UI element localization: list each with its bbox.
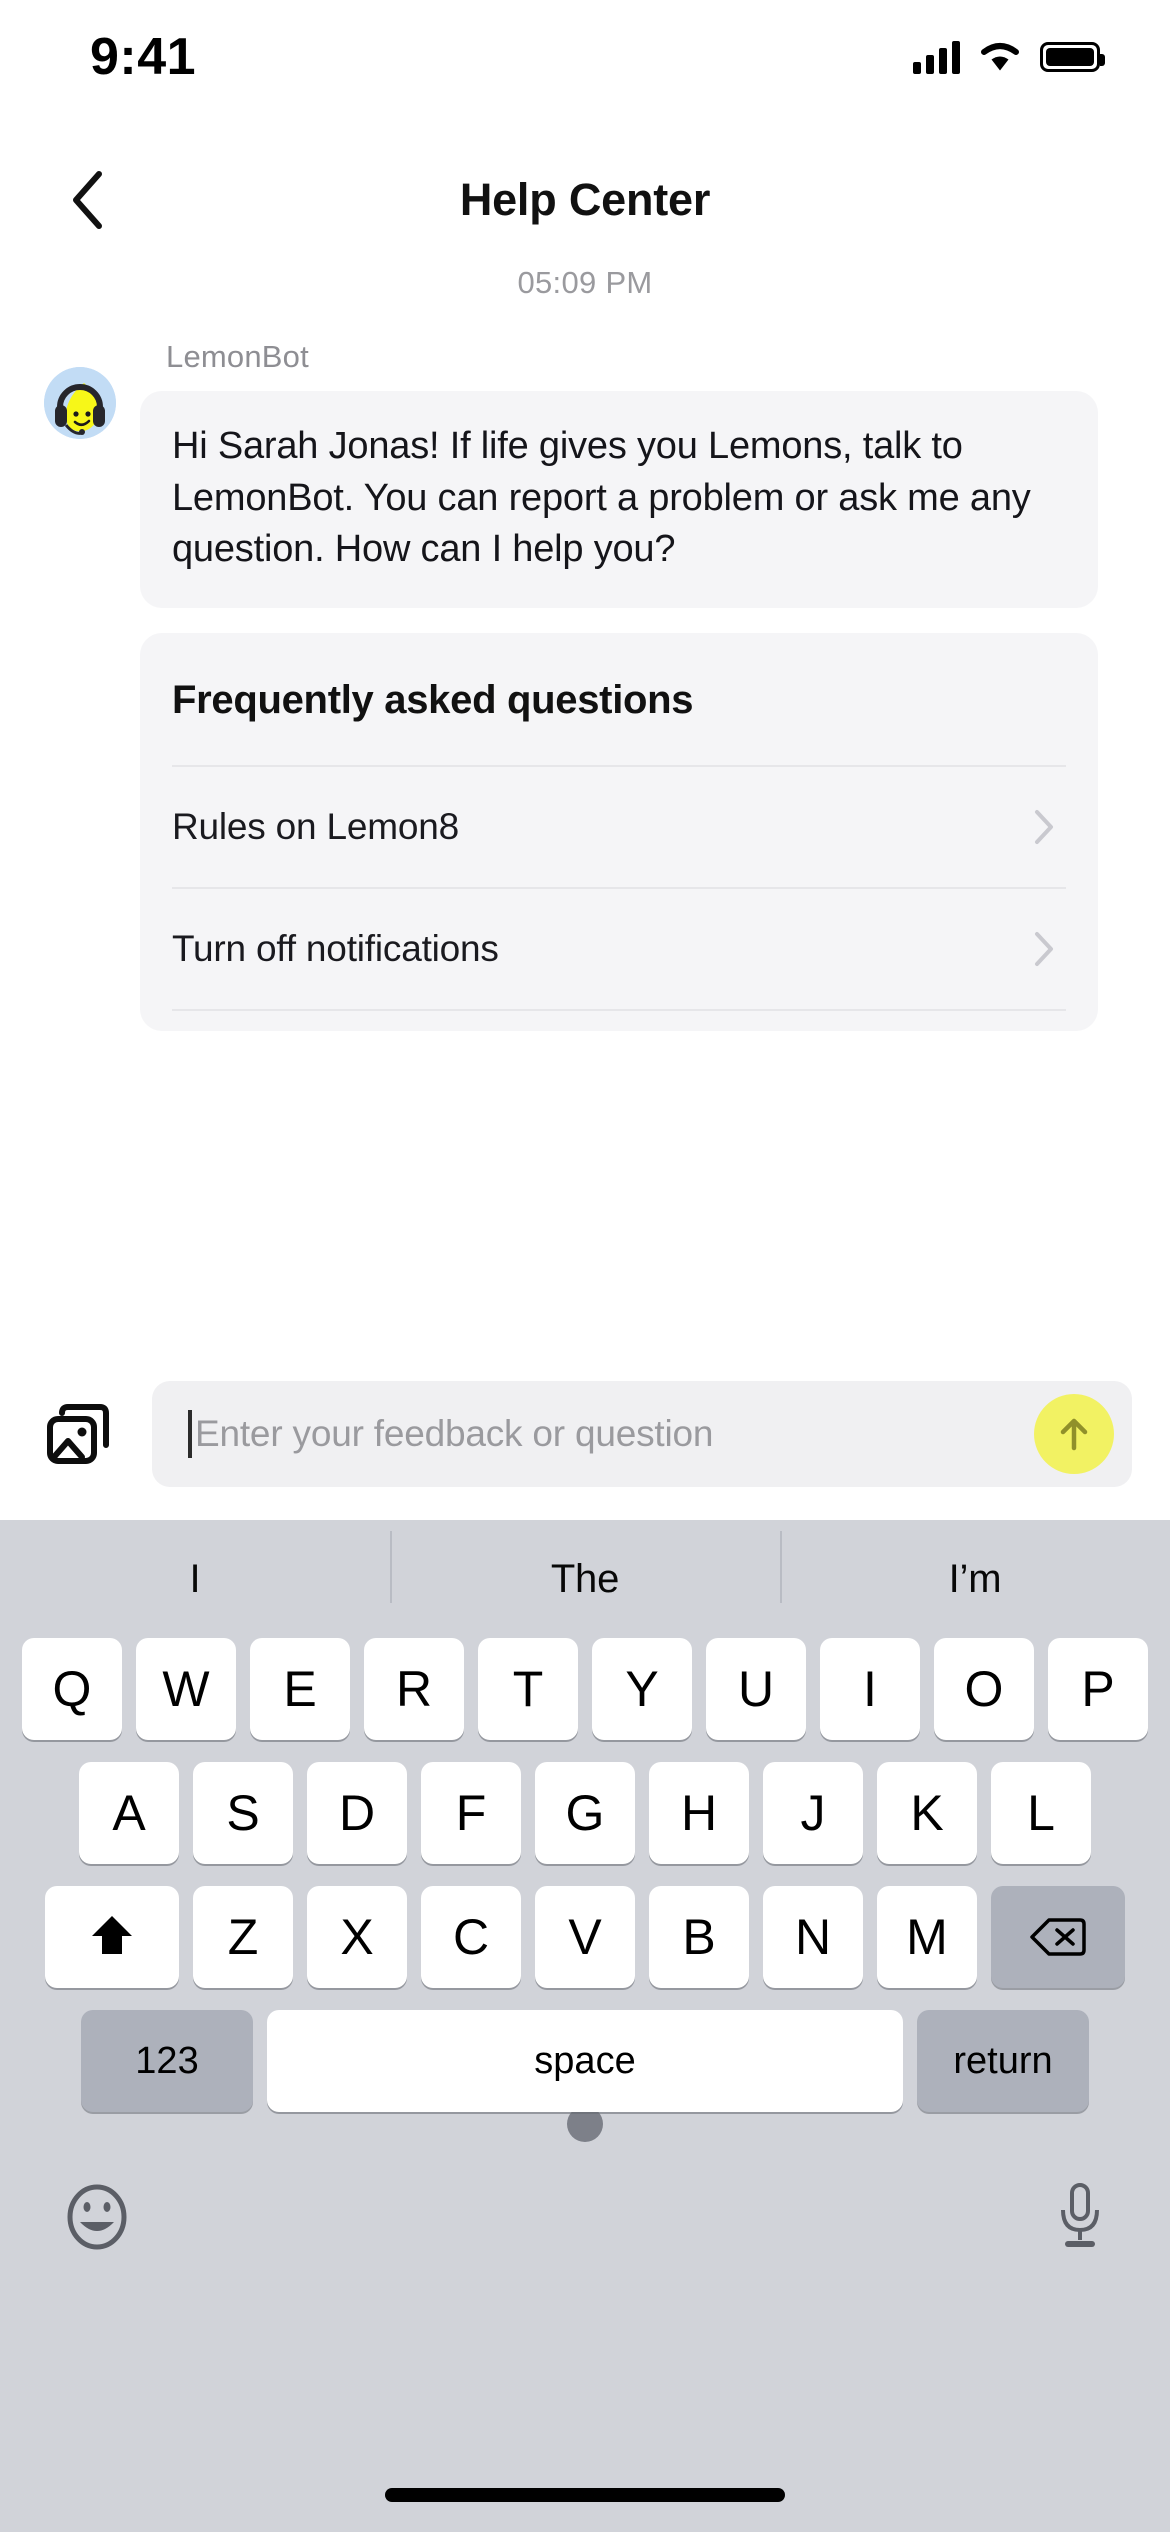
suggestion-2[interactable]: I’m [780, 1530, 1170, 1603]
key-z[interactable]: Z [193, 1886, 293, 1988]
status-indicators [913, 40, 1105, 74]
nav-bar: Help Center [0, 150, 1170, 250]
message-timestamp: 05:09 PM [517, 265, 653, 300]
key-n[interactable]: N [763, 1886, 863, 1988]
key-x[interactable]: X [307, 1886, 407, 1988]
suggestion-1[interactable]: The [390, 1530, 780, 1603]
key-j[interactable]: J [763, 1762, 863, 1864]
faq-item-notifications[interactable]: Turn off notifications [172, 887, 1066, 1009]
keyboard-bottom-bar [0, 2142, 1170, 2257]
key-c[interactable]: C [421, 1886, 521, 1988]
faq-item-label: Turn off notifications [172, 928, 499, 970]
key-g[interactable]: G [535, 1762, 635, 1864]
chevron-right-icon [1030, 929, 1058, 969]
numbers-key[interactable]: 123 [81, 2010, 253, 2112]
bot-message-row: LemonBot Hi Sarah Jonas! If life gives y… [0, 339, 1170, 1032]
message-column: LemonBot Hi Sarah Jonas! If life gives y… [140, 339, 1098, 1032]
arrow-up-icon [1060, 1418, 1088, 1451]
key-r[interactable]: R [364, 1638, 464, 1740]
chat-area: 05:09 PM LemonBot Hi Sarah Jonas! If lif… [0, 265, 1170, 1032]
key-y[interactable]: Y [592, 1638, 692, 1740]
emoji-smiley-icon [67, 2184, 127, 2250]
key-b[interactable]: B [649, 1886, 749, 1988]
key-h[interactable]: H [649, 1762, 749, 1864]
key-e[interactable]: E [250, 1638, 350, 1740]
send-button[interactable] [1034, 1394, 1114, 1474]
home-indicator [385, 2488, 785, 2502]
suggestion-bar: I The I’m [0, 1520, 1170, 1638]
backspace-delete-icon [1030, 1918, 1086, 1956]
key-l[interactable]: L [991, 1762, 1091, 1864]
key-u[interactable]: U [706, 1638, 806, 1740]
dictation-button[interactable] [1054, 2182, 1106, 2257]
key-s[interactable]: S [193, 1762, 293, 1864]
back-button[interactable] [52, 165, 122, 235]
message-input-bar: Enter your feedback or question [0, 1370, 1170, 1498]
cellular-signal-icon [913, 40, 960, 74]
faq-title: Frequently asked questions [172, 678, 694, 723]
key-o[interactable]: O [934, 1638, 1034, 1740]
faq-item-partial[interactable] [172, 1009, 1066, 1031]
bot-name: LemonBot [166, 339, 309, 374]
chevron-left-icon [73, 171, 102, 229]
input-placeholder: Enter your feedback or question [195, 1413, 714, 1454]
text-caret [188, 1410, 192, 1458]
battery-full-icon [1040, 42, 1105, 72]
space-key[interactable]: space [267, 2010, 903, 2112]
key-i[interactable]: I [820, 1638, 920, 1740]
key-k[interactable]: K [877, 1762, 977, 1864]
key-m[interactable]: M [877, 1886, 977, 1988]
faq-item-label: Rules on Lemon8 [172, 806, 460, 848]
keyboard-row-3: Z X C V B N M [0, 1886, 1170, 1988]
keyboard-row-4: 123 space return [0, 2010, 1170, 2112]
backspace-key[interactable] [991, 1886, 1125, 1988]
chevron-right-icon [1030, 807, 1058, 847]
emoji-button[interactable] [64, 2184, 130, 2255]
return-key[interactable]: return [917, 2010, 1089, 2112]
key-q[interactable]: Q [22, 1638, 122, 1740]
faq-card: Frequently asked questions Rules on Lemo… [140, 633, 1098, 1032]
shift-key[interactable] [45, 1886, 179, 1988]
photo-library-icon [47, 1404, 109, 1464]
page-title: Help Center [459, 174, 711, 225]
virtual-keyboard: I The I’m Q W E R T Y U I O P A S D F G … [0, 1520, 1170, 2532]
key-d[interactable]: D [307, 1762, 407, 1864]
keyboard-row-1: Q W E R T Y U I O P [0, 1638, 1170, 1740]
microphone-icon [1061, 2183, 1099, 2247]
shift-up-icon [92, 1916, 132, 1954]
photo-library-button[interactable] [38, 1393, 120, 1475]
faq-item-rules[interactable]: Rules on Lemon8 [172, 765, 1066, 887]
status-time: 9:41 [90, 28, 197, 86]
key-t[interactable]: T [478, 1638, 578, 1740]
key-w[interactable]: W [136, 1638, 236, 1740]
status-bar: 9:41 [0, 0, 1170, 100]
lemonbot-avatar-icon [44, 367, 116, 439]
suggestion-0[interactable]: I [0, 1557, 390, 1602]
wifi-icon [978, 40, 1022, 74]
phone-screen: 9:41 Help Center 05:09 PM LemonBot Hi Sa… [0, 0, 1170, 2532]
bot-message-bubble: Hi Sarah Jonas! If life gives you Lemons… [140, 391, 1098, 609]
key-v[interactable]: V [535, 1886, 635, 1988]
key-p[interactable]: P [1048, 1638, 1148, 1740]
key-a[interactable]: A [79, 1762, 179, 1864]
key-f[interactable]: F [421, 1762, 521, 1864]
keyboard-row-2: A S D F G H J K L [0, 1762, 1170, 1864]
message-input-field[interactable]: Enter your feedback or question [152, 1381, 1132, 1487]
